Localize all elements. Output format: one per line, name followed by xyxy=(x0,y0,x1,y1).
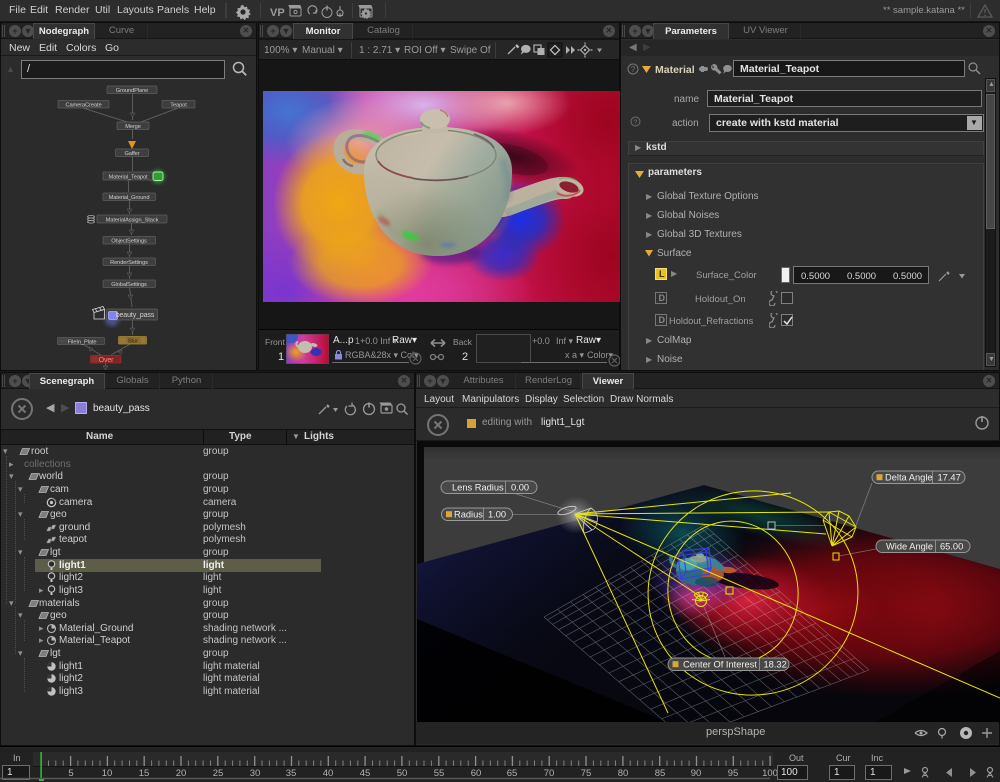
svg-text:95: 95 xyxy=(728,768,739,779)
svg-text:25: 25 xyxy=(213,768,224,779)
svg-text:GlobalSettings: GlobalSettings xyxy=(111,282,147,288)
svg-text:75: 75 xyxy=(581,768,592,779)
svg-text:CameraCreate: CameraCreate xyxy=(65,103,101,109)
svg-text:Lens Radius: Lens Radius xyxy=(452,483,504,493)
svg-text:RenderSettings: RenderSettings xyxy=(110,260,148,266)
svg-text:Center Of Interest: Center Of Interest xyxy=(683,660,757,670)
svg-text:1.00: 1.00 xyxy=(488,510,506,520)
svg-text:MaterialAssign_Stack: MaterialAssign_Stack xyxy=(106,218,159,224)
svg-text:Material: Material xyxy=(655,64,695,76)
svg-text:65.00: 65.00 xyxy=(940,542,963,552)
svg-text:15: 15 xyxy=(139,768,150,779)
svg-text:Gaffer: Gaffer xyxy=(124,151,139,157)
svg-text:40: 40 xyxy=(323,768,334,779)
svg-text:Teapot: Teapot xyxy=(170,103,187,109)
svg-text:beauty_pass: beauty_pass xyxy=(116,312,155,319)
svg-text:0.00: 0.00 xyxy=(511,483,529,493)
svg-text:Radius: Radius xyxy=(454,510,483,520)
svg-text:10: 10 xyxy=(102,768,113,779)
svg-text:17.47: 17.47 xyxy=(938,473,961,483)
svg-text:Wide Angle: Wide Angle xyxy=(886,542,933,552)
svg-text:50: 50 xyxy=(397,768,408,779)
svg-text:60: 60 xyxy=(471,768,482,779)
svg-text:30: 30 xyxy=(250,768,261,779)
svg-text:Material_Ground: Material_Ground xyxy=(109,195,150,201)
svg-text:35: 35 xyxy=(286,768,297,779)
svg-text:45: 45 xyxy=(360,768,371,779)
svg-text:65: 65 xyxy=(507,768,518,779)
svg-text:ObjectSettings: ObjectSettings xyxy=(111,239,147,245)
svg-text:?: ? xyxy=(633,118,637,127)
svg-text:GroundPlane: GroundPlane xyxy=(116,88,148,94)
svg-text:70: 70 xyxy=(544,768,555,779)
svg-text:Over: Over xyxy=(99,357,115,364)
svg-text:VP: VP xyxy=(270,7,285,19)
svg-text:80: 80 xyxy=(618,768,629,779)
svg-text:85: 85 xyxy=(655,768,666,779)
svg-text:18.32: 18.32 xyxy=(764,660,787,670)
svg-text:55: 55 xyxy=(434,768,445,779)
svg-text:20: 20 xyxy=(176,768,187,779)
svg-text:100: 100 xyxy=(762,768,778,779)
svg-text:FileIn_Plate: FileIn_Plate xyxy=(68,340,97,346)
svg-text:5: 5 xyxy=(68,768,73,779)
svg-text:Blur: Blur xyxy=(128,339,138,345)
svg-text:90: 90 xyxy=(691,768,702,779)
svg-text:?: ? xyxy=(631,65,636,74)
svg-text:Delta Angle: Delta Angle xyxy=(885,473,933,483)
svg-text:Merge: Merge xyxy=(125,124,141,130)
svg-text:Material_Teapot: Material_Teapot xyxy=(109,175,148,181)
